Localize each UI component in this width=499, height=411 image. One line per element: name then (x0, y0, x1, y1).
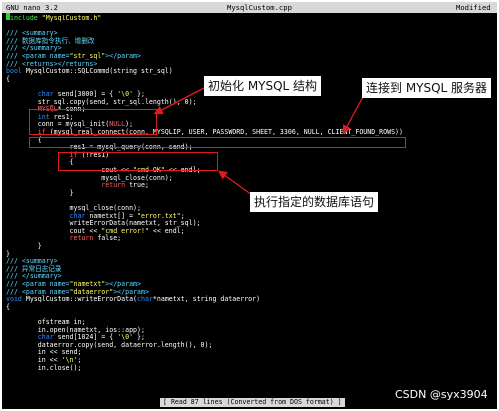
annotation-connect-label: 连接到 MYSQL 服务器 (362, 78, 492, 98)
mysql-query-highlight-box (58, 152, 218, 171)
code-token: MysqlCustom::SQLCommd(string str_sql) (21, 67, 173, 76)
code-token: true; (125, 181, 149, 190)
status-message: [ Read 87 lines (Converted from DOS form… (160, 398, 345, 407)
mysql-init-highlight-box (29, 109, 157, 135)
csdn-watermark: CSDN @syx3904 (395, 388, 488, 401)
code-line: void MysqlCustom::writeErrorData(char*na… (6, 295, 261, 304)
file-name: MysqlCustom.cpp (227, 3, 292, 12)
code-line: in.close(); (6, 363, 82, 373)
code-token: #include (6, 15, 42, 22)
code-token: "MysqlCustom.h" (41, 15, 102, 22)
code-token: false; (93, 234, 122, 243)
mysql-connect-highlight-box (29, 137, 406, 148)
code-line: #include "MysqlCustom.h" (6, 15, 101, 23)
code-token: ></param> (105, 52, 141, 60)
code-line: bool MysqlCustom::SQLCommd(string str_sq… (6, 67, 173, 76)
code-token: char (137, 295, 153, 304)
code-token: in.close(); (6, 363, 82, 372)
modified-state: Modified (456, 3, 491, 12)
code-token: return (101, 181, 126, 190)
code-line: { (6, 74, 10, 84)
code-token: } (6, 242, 42, 250)
screenshot-frame: GNU nano 3.2 MysqlCustom.cpp Modified #i… (0, 0, 499, 411)
text-cursor (6, 12, 10, 20)
code-token: *nametxt, string dataerror) (152, 295, 261, 304)
code-token: MysqlCustom::writeErrorData( (21, 295, 138, 304)
editor-version: GNU nano 3.2 (6, 3, 58, 12)
code-token: { (6, 302, 10, 311)
annotation-query-label: 执行指定的数据库语句 (250, 192, 379, 212)
nano-titlebar: GNU nano 3.2 MysqlCustom.cpp Modified (2, 2, 497, 13)
code-token: } (6, 188, 74, 197)
code-line: } (6, 242, 42, 251)
code-line: { (6, 302, 10, 312)
code-token: << endl; (148, 226, 185, 235)
code-token: { (6, 74, 10, 83)
code-token: return (69, 234, 94, 243)
annotation-init-label: 初始化 MYSQL 结构 (204, 76, 322, 96)
code-line: } (6, 188, 74, 198)
